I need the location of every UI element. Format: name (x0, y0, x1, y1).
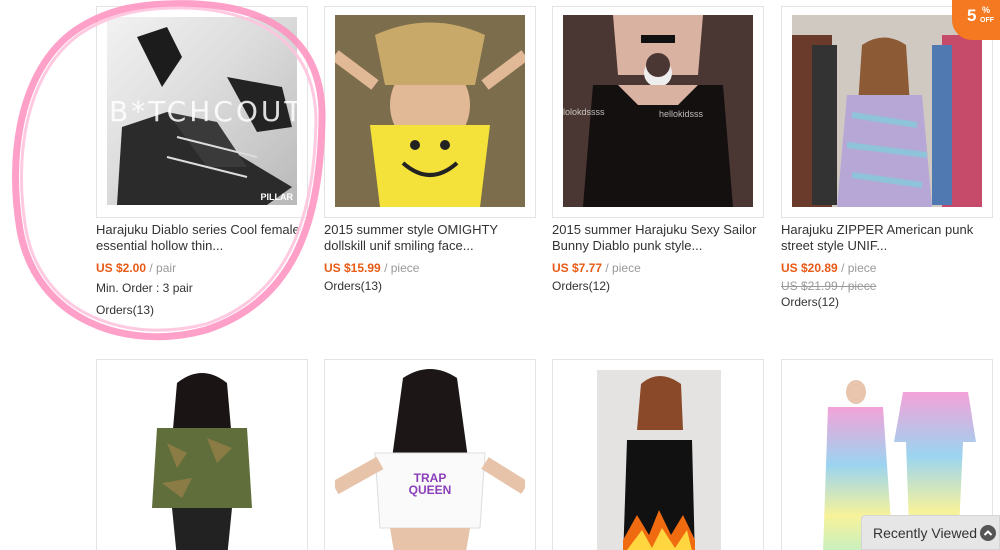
price-unit: / piece (384, 261, 420, 275)
product-image[interactable] (552, 359, 764, 550)
trap-queen-tee-photo (335, 369, 525, 550)
product-card[interactable]: B*TCHCOUTURE PILLAR Harajuku Diablo seri… (96, 6, 311, 326)
orders-count: Orders(13) (96, 303, 155, 317)
product-card[interactable] (552, 359, 764, 550)
orders-count: Orders(13) (324, 279, 383, 293)
image-watermark: lolokdssss (563, 107, 605, 117)
smiley-shirt-photo (335, 15, 525, 207)
product-image[interactable] (96, 359, 308, 550)
product-title[interactable]: 2015 summer style OMIGHTY dollskill unif… (324, 222, 539, 254)
recently-viewed-button[interactable]: Recently Viewed (861, 515, 1000, 550)
flame-halter-photo (597, 370, 721, 550)
product-image[interactable]: lolokdssss hellokidsss (552, 6, 764, 218)
camo-top-photo (152, 373, 252, 550)
product-image[interactable]: TRAP QUEEN (324, 359, 536, 550)
orders-count: Orders(12) (552, 279, 611, 293)
product-card[interactable] (96, 359, 308, 550)
discount-off: OFF (980, 17, 994, 24)
recently-viewed-label: Recently Viewed (873, 525, 978, 541)
product-image[interactable] (324, 6, 536, 218)
image-watermark: B*TCHCOUTURE (109, 95, 297, 128)
product-card[interactable]: 2015 summer style OMIGHTY dollskill unif… (324, 6, 539, 306)
price-unit: / piece (605, 261, 641, 275)
discount-badge: 5 % OFF (952, 0, 1000, 40)
product-price: US $15.99 (324, 261, 381, 275)
min-order: Min. Order : 3 pair (96, 281, 193, 295)
product-price: US $7.77 (552, 261, 603, 275)
product-card[interactable]: Harajuku ZIPPER American punk street sty… (781, 6, 996, 316)
image-corner-mark: PILLAR (260, 192, 294, 202)
chevron-up-icon[interactable] (980, 525, 996, 541)
product-price: US $2.00 (96, 261, 147, 275)
product-card[interactable]: lolokdssss hellokidsss 2015 summer Haraj… (552, 6, 767, 306)
product-image[interactable]: B*TCHCOUTURE PILLAR (96, 6, 308, 218)
product-price: US $20.89 (781, 261, 838, 275)
shirt-print: TRAP QUEEN (408, 471, 452, 497)
orders-count: Orders(12) (781, 295, 840, 309)
product-title[interactable]: Harajuku ZIPPER American punk street sty… (781, 222, 996, 254)
original-price: US $21.99 / piece (781, 279, 877, 293)
product-title[interactable]: 2015 summer Harajuku Sexy Sailor Bunny D… (552, 222, 767, 254)
product-card[interactable]: TRAP QUEEN (324, 359, 536, 550)
zipper-jacket-photo (792, 15, 982, 207)
discount-percent: % (982, 5, 991, 15)
discount-number: 5 (967, 6, 977, 25)
product-image[interactable] (781, 6, 993, 218)
product-title[interactable]: Harajuku Diablo series Cool female essen… (96, 222, 311, 254)
price-unit: / piece (841, 261, 877, 275)
image-watermark: hellokidsss (659, 109, 704, 119)
price-unit: / pair (149, 261, 177, 275)
